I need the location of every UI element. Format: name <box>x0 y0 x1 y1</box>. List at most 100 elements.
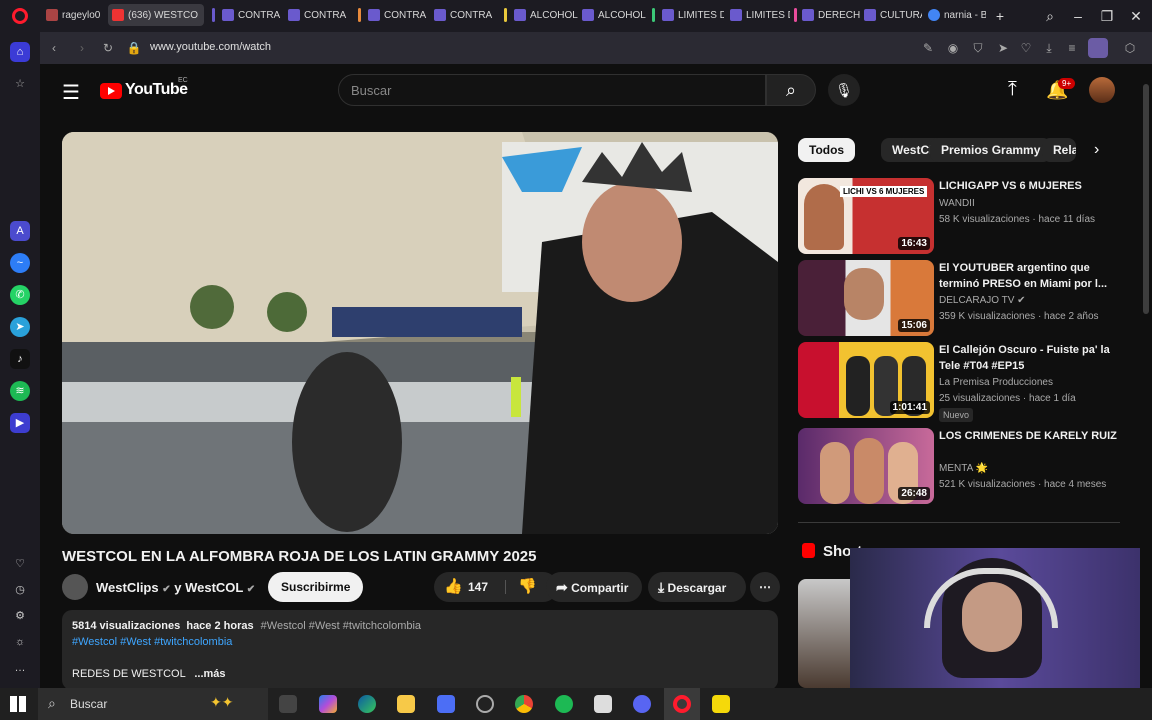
search-input[interactable]: Buscar <box>338 74 766 106</box>
video-duration: 15:06 <box>898 319 930 332</box>
account-avatar[interactable] <box>1089 77 1115 103</box>
tiktok-icon[interactable]: ♪ <box>10 349 30 369</box>
related-thumbnail[interactable]: 15:06 <box>798 260 934 336</box>
page-scrollbar[interactable] <box>1140 64 1152 688</box>
minimize-icon[interactable]: – <box>1068 6 1088 26</box>
discord-icon[interactable] <box>633 695 651 713</box>
dislike-icon[interactable]: 👎 <box>518 572 537 602</box>
search-tabs-icon[interactable]: ⌕ <box>1040 6 1060 26</box>
browser-tab[interactable]: narnia - B <box>924 4 986 26</box>
camera-icon[interactable]: ◉ <box>945 40 961 56</box>
messenger-icon[interactable]: ~ <box>10 253 30 273</box>
related-channel-row[interactable]: DELCARAJO TV ✔ <box>939 295 1026 306</box>
related-channel[interactable]: MENTA 🌟 <box>939 463 988 474</box>
youtube-logo-icon[interactable] <box>100 83 122 99</box>
heart-icon[interactable]: ♡ <box>10 554 30 574</box>
browser-tab[interactable]: LIMITES D <box>658 4 724 26</box>
opera-logo-icon[interactable] <box>12 8 28 24</box>
more-actions-button[interactable]: ⋯ <box>750 572 780 602</box>
pin-icon[interactable]: ☆ <box>10 74 30 94</box>
video-player[interactable] <box>62 132 778 534</box>
whatsapp-icon[interactable]: ✆ <box>10 285 30 305</box>
telegram-icon[interactable]: ➤ <box>10 317 30 337</box>
chip-related[interactable]: Rela <box>1042 138 1076 162</box>
description-box[interactable]: 5814 visualizaciones hace 2 horas #Westc… <box>62 610 778 688</box>
extensions-icon[interactable]: ⬡ <box>1122 40 1138 56</box>
chrome-icon[interactable] <box>515 695 533 713</box>
profile-icon[interactable] <box>1088 38 1108 58</box>
url-text[interactable]: www.youtube.com/watch <box>150 41 271 53</box>
chip-todos[interactable]: Todos <box>798 138 856 162</box>
download-button[interactable]: ⤓ Descargar <box>648 572 746 602</box>
hamburger-menu-icon[interactable]: ☰ <box>62 80 80 105</box>
related-title[interactable]: El YOUTUBER argentino que terminó PRESO … <box>939 260 1119 292</box>
send-icon[interactable]: ➤ <box>995 40 1011 56</box>
browser-tab[interactable]: CONTRA <box>364 4 430 26</box>
related-thumbnail[interactable]: 26:48 <box>798 428 934 504</box>
notepad-icon[interactable] <box>594 695 612 713</box>
taskbar-search-box[interactable]: ⌕ Buscar ✦✦ <box>38 688 268 720</box>
browser-tab[interactable]: DERECHO <box>798 4 860 26</box>
back-icon[interactable]: ‹ <box>46 40 62 56</box>
show-more-link[interactable]: ...más <box>194 668 225 680</box>
maximize-icon[interactable]: ❐ <box>1097 6 1117 26</box>
related-thumbnail[interactable]: LICHI VS 6 MUJERES 16:43 <box>798 178 934 254</box>
close-window-icon[interactable]: ✕ <box>1126 6 1146 26</box>
download-icon[interactable]: ⤓ <box>1041 40 1057 56</box>
share-button[interactable]: ➦ Compartir <box>546 572 642 602</box>
related-title[interactable]: LOS CRIMENES DE KARELY RUIZ <box>939 428 1119 444</box>
edge-icon[interactable] <box>358 695 376 713</box>
hashtag-links[interactable]: #Westcol #West #twitchcolombia <box>72 636 232 648</box>
new-tab-icon[interactable]: + <box>990 6 1010 26</box>
windows-start-icon[interactable] <box>10 696 26 712</box>
browser-tab[interactable]: ALCOHOL <box>578 4 646 26</box>
subscribe-button[interactable]: Suscribirme <box>268 572 364 602</box>
more-icon[interactable]: … <box>10 658 30 678</box>
home-icon[interactable]: ⌂ <box>10 42 30 62</box>
related-title[interactable]: El Callejón Oscuro - Fuiste pa' la Tele … <box>939 342 1119 374</box>
shield-icon[interactable]: ⛉ <box>970 40 986 56</box>
aria-icon[interactable]: A <box>10 221 30 241</box>
channel-name[interactable]: WestClips ✔ y WestCOL ✔ <box>96 580 255 595</box>
lightbulb-icon[interactable]: ☼ <box>10 632 30 652</box>
related-thumbnail[interactable]: 1:01:41 <box>798 342 934 418</box>
upload-icon[interactable]: ⤒ <box>1008 78 1017 101</box>
chip-premios-grammy[interactable]: Premios Grammy <box>930 138 1052 162</box>
taskbar-active-app[interactable] <box>664 688 700 720</box>
voice-search-button[interactable]: 🎙 <box>828 74 860 106</box>
edit-icon[interactable]: ✎ <box>920 40 936 56</box>
related-channel[interactable]: La Premisa Producciones <box>939 377 1053 388</box>
browser-tab[interactable]: CONTRA <box>218 4 284 26</box>
copilot-icon[interactable] <box>319 695 337 713</box>
short-thumbnail[interactable] <box>798 579 858 688</box>
store-icon[interactable] <box>437 695 455 713</box>
task-view-icon[interactable] <box>279 695 297 713</box>
reload-icon[interactable]: ↻ <box>100 40 116 56</box>
history-icon[interactable]: ◷ <box>10 580 30 600</box>
search-button[interactable]: ⌕ <box>766 74 816 106</box>
forward-icon[interactable]: › <box>74 40 90 56</box>
related-title[interactable]: LICHIGAPP VS 6 MUJERES <box>939 178 1119 194</box>
like-icon[interactable]: 👍 <box>444 572 463 602</box>
sticky-notes-icon[interactable] <box>712 695 730 713</box>
browser-tab[interactable]: rageylo0 <box>42 4 104 26</box>
spotify-icon[interactable] <box>555 695 573 713</box>
channel-avatar[interactable] <box>62 574 88 600</box>
browser-tab-active[interactable]: (636) WESTCO <box>108 4 204 26</box>
player-icon[interactable]: ▶ <box>10 413 30 433</box>
browser-tab[interactable]: ALCOHOL <box>510 4 580 26</box>
browser-tab[interactable]: LIMITES D <box>726 4 790 26</box>
file-explorer-icon[interactable] <box>397 695 415 713</box>
github-icon[interactable] <box>476 695 494 713</box>
browser-tab[interactable]: CULTURA <box>860 4 922 26</box>
scrollbar-thumb[interactable] <box>1143 84 1149 314</box>
menu-icon[interactable]: ≡ <box>1064 40 1080 56</box>
browser-tab[interactable]: CONTRA <box>430 4 496 26</box>
settings-icon[interactable]: ⚙ <box>10 606 30 626</box>
browser-tab[interactable]: CONTRA <box>284 4 350 26</box>
heart-icon[interactable]: ♡ <box>1018 40 1034 56</box>
spotify-icon[interactable]: ≋ <box>10 381 30 401</box>
related-channel[interactable]: WANDII <box>939 198 975 209</box>
chevron-right-icon[interactable]: › <box>1094 141 1099 159</box>
like-count[interactable]: 147 <box>468 572 488 602</box>
